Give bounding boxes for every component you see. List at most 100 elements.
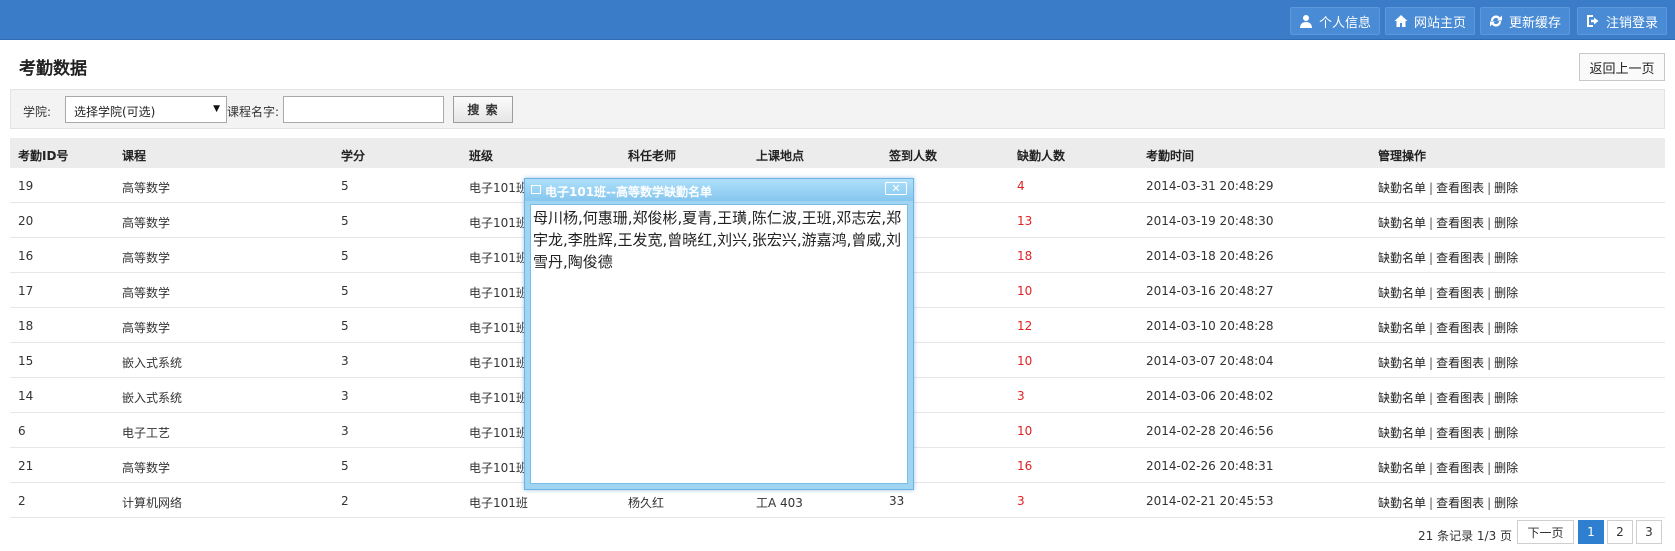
cell-class: 电子101班 <box>469 461 528 475</box>
absence-list-link[interactable]: 缺勤名单 <box>1378 426 1426 440</box>
cell-absent: 10 <box>1017 354 1033 368</box>
absence-list-link[interactable]: 缺勤名单 <box>1378 496 1426 510</box>
view-chart-link[interactable]: 查看图表 <box>1436 426 1484 440</box>
cell-id: 16 <box>18 249 34 263</box>
cell-time: 2014-02-26 20:48:31 <box>1146 459 1274 473</box>
delete-link[interactable]: 删除 <box>1494 216 1518 230</box>
absence-list-link[interactable]: 缺勤名单 <box>1378 181 1426 195</box>
delete-link[interactable]: 删除 <box>1494 426 1518 440</box>
next-page-button[interactable]: 下一页 <box>1517 520 1574 544</box>
header-signed: 签到人数 <box>889 149 938 163</box>
absence-list-link[interactable]: 缺勤名单 <box>1378 251 1426 265</box>
back-button[interactable]: 返回上一页 <box>1579 53 1665 81</box>
refresh-cache-button[interactable]: 更新缓存 <box>1480 7 1571 35</box>
header-course: 课程 <box>122 149 147 163</box>
course-name-input[interactable] <box>283 96 444 123</box>
view-chart-link[interactable]: 查看图表 <box>1436 216 1484 230</box>
separator: | <box>1429 461 1434 475</box>
view-chart-link[interactable]: 查看图表 <box>1436 286 1484 300</box>
cell-signed: 33 <box>889 494 905 508</box>
close-button[interactable]: ✕ <box>885 182 907 195</box>
cell-absent: 4 <box>1017 179 1025 193</box>
college-select[interactable]: 选择学院(可选) ▼ <box>65 96 227 123</box>
page-1-button[interactable]: 1 <box>1578 520 1604 544</box>
row-actions: 缺勤名单 | 查看图表 | 删除 <box>1378 354 1518 371</box>
absence-list-link[interactable]: 缺勤名单 <box>1378 391 1426 405</box>
cell-absent: 10 <box>1017 284 1033 298</box>
absence-list-link[interactable]: 缺勤名单 <box>1378 461 1426 475</box>
cell-credit: 3 <box>341 424 349 438</box>
site-home-label: 网站主页 <box>1414 15 1467 31</box>
cell-id: 19 <box>18 179 34 193</box>
logout-button[interactable]: 注销登录 <box>1577 7 1668 35</box>
cell-class: 电子101班 <box>469 181 528 195</box>
page-2-button[interactable]: 2 <box>1607 520 1633 544</box>
cell-time: 2014-02-28 20:46:56 <box>1146 424 1274 438</box>
delete-link[interactable]: 删除 <box>1494 496 1518 510</box>
row-actions: 缺勤名单 | 查看图表 | 删除 <box>1378 424 1518 441</box>
separator: | <box>1429 426 1434 440</box>
refresh-icon <box>1489 14 1503 28</box>
separator: | <box>1487 216 1492 230</box>
cell-id: 21 <box>18 459 34 473</box>
row-actions: 缺勤名单 | 查看图表 | 删除 <box>1378 494 1518 511</box>
absence-list-dialog: 电子101班--高等数学缺勤名单 ✕ 母川杨,何惠珊,郑俊彬,夏青,王璜,陈仁波… <box>524 178 914 490</box>
search-button[interactable]: 搜 索 <box>453 96 513 123</box>
course-name-label: 课程名字: <box>227 105 280 119</box>
dialog-titlebar[interactable]: 电子101班--高等数学缺勤名单 ✕ <box>525 179 913 201</box>
view-chart-link[interactable]: 查看图表 <box>1436 181 1484 195</box>
separator: | <box>1487 181 1492 195</box>
absence-list-link[interactable]: 缺勤名单 <box>1378 216 1426 230</box>
delete-link[interactable]: 删除 <box>1494 461 1518 475</box>
cell-credit: 3 <box>341 389 349 403</box>
absence-list-link[interactable]: 缺勤名单 <box>1378 356 1426 370</box>
home-icon <box>1394 14 1408 28</box>
table-header: 考勤ID号 课程 学分 班级 科任老师 上课地点 签到人数 缺勤人数 考勤时间 … <box>10 138 1665 168</box>
delete-link[interactable]: 删除 <box>1494 321 1518 335</box>
cell-id: 20 <box>18 214 34 228</box>
cell-time: 2014-02-21 20:45:53 <box>1146 494 1274 508</box>
cell-course: 高等数学 <box>122 286 171 300</box>
view-chart-link[interactable]: 查看图表 <box>1436 461 1484 475</box>
separator: | <box>1487 251 1492 265</box>
cell-absent: 12 <box>1017 319 1033 333</box>
page-3-button[interactable]: 3 <box>1636 520 1662 544</box>
personal-info-button[interactable]: 个人信息 <box>1290 7 1381 35</box>
delete-link[interactable]: 删除 <box>1494 251 1518 265</box>
separator: | <box>1429 181 1434 195</box>
user-icon <box>1299 14 1313 28</box>
cell-course: 高等数学 <box>122 321 171 335</box>
delete-link[interactable]: 删除 <box>1494 181 1518 195</box>
delete-link[interactable]: 删除 <box>1494 356 1518 370</box>
cell-id: 2 <box>18 494 26 508</box>
view-chart-link[interactable]: 查看图表 <box>1436 356 1484 370</box>
view-chart-link[interactable]: 查看图表 <box>1436 496 1484 510</box>
absence-list-link[interactable]: 缺勤名单 <box>1378 321 1426 335</box>
separator: | <box>1429 496 1434 510</box>
cell-time: 2014-03-07 20:48:04 <box>1146 354 1274 368</box>
header-actions: 管理操作 <box>1378 149 1427 163</box>
header-id: 考勤ID号 <box>18 149 69 163</box>
absence-list-link[interactable]: 缺勤名单 <box>1378 286 1426 300</box>
separator: | <box>1429 286 1434 300</box>
view-chart-link[interactable]: 查看图表 <box>1436 391 1484 405</box>
cell-course: 高等数学 <box>122 251 171 265</box>
cell-time: 2014-03-16 20:48:27 <box>1146 284 1274 298</box>
cell-course: 嵌入式系统 <box>122 391 183 405</box>
cell-credit: 5 <box>341 249 349 263</box>
header-absent: 缺勤人数 <box>1017 149 1066 163</box>
cell-class: 电子101班 <box>469 251 528 265</box>
view-chart-link[interactable]: 查看图表 <box>1436 321 1484 335</box>
filter-bar: 学院: 选择学院(可选) ▼ 课程名字: 搜 索 <box>10 89 1665 129</box>
cell-credit: 5 <box>341 179 349 193</box>
delete-link[interactable]: 删除 <box>1494 286 1518 300</box>
cell-class: 电子101班 <box>469 391 528 405</box>
cell-credit: 5 <box>341 319 349 333</box>
site-home-button[interactable]: 网站主页 <box>1385 7 1476 35</box>
separator: | <box>1487 496 1492 510</box>
delete-link[interactable]: 删除 <box>1494 391 1518 405</box>
top-navigation-bar: 个人信息 网站主页 更新缓存 注销登录 <box>0 0 1675 40</box>
college-select-value: 选择学院(可选) <box>74 105 156 119</box>
view-chart-link[interactable]: 查看图表 <box>1436 251 1484 265</box>
cell-absent: 18 <box>1017 249 1033 263</box>
